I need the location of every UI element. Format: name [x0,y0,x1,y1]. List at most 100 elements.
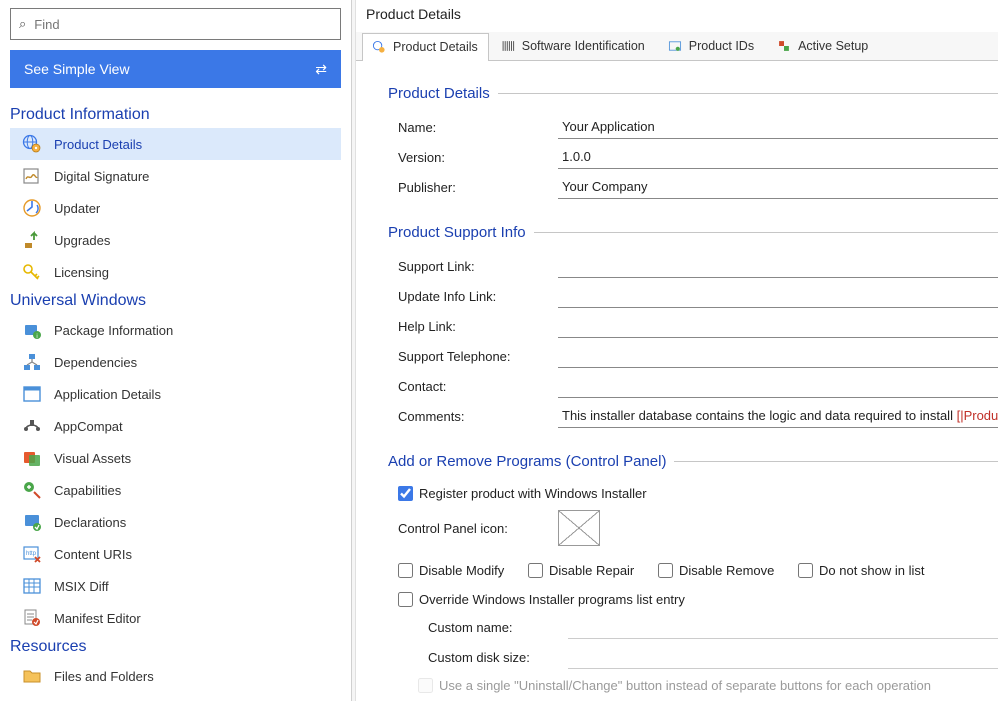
page-title: Product Details [356,0,998,26]
sidebar-item-updater[interactable]: Updater [10,192,341,224]
control-panel-icon-picker[interactable] [558,510,600,546]
sidebar-item-product-details[interactable]: Product Details [10,128,341,160]
support-link-field[interactable] [558,254,998,278]
dependencies-icon [20,350,44,374]
nav-label: Capabilities [54,483,121,498]
sidebar-item-manifest-editor[interactable]: Manifest Editor [10,602,341,634]
nav-label: Files and Folders [54,669,154,684]
category-header-universal-windows: Universal Windows [10,292,341,310]
telephone-field[interactable] [558,344,998,368]
do-not-show-checkbox[interactable] [798,563,813,578]
sidebar-item-application-details[interactable]: Application Details [10,378,341,410]
sidebar-item-package-information[interactable]: i Package Information [10,314,341,346]
version-label: Version: [398,150,558,165]
barcode-icon [500,38,516,54]
group-legend-support-info: Product Support Info [388,224,998,241]
disable-repair-checkbox[interactable] [528,563,543,578]
register-checkbox[interactable] [398,486,413,501]
group-legend-product-details: Product Details [388,85,998,102]
folder-icon [20,664,44,688]
disable-modify-checkbox[interactable] [398,563,413,578]
product-ids-icon [667,38,683,54]
custom-name-field [568,615,998,639]
publisher-field[interactable]: Your Company [558,175,998,199]
update-info-label: Update Info Link: [398,289,558,304]
sidebar: ⌕ See Simple View ⇄ Product Information … [0,0,352,701]
custom-disk-field [568,645,998,669]
active-setup-icon [776,38,792,54]
main-panel: Product Details Product Details Software… [356,0,998,701]
control-panel-icon-label: Control Panel icon: [398,521,558,536]
custom-disk-label: Custom disk size: [428,650,568,665]
sidebar-item-msix-diff[interactable]: MSIX Diff [10,570,341,602]
do-not-show-label: Do not show in list [819,563,925,578]
simple-view-label: See Simple View [24,61,130,77]
sidebar-item-declarations[interactable]: Declarations [10,506,341,538]
nav-label: AppCompat [54,419,123,434]
visual-assets-icon [20,446,44,470]
updater-icon [20,196,44,220]
tab-active-setup[interactable]: Active Setup [767,32,879,60]
custom-name-label: Custom name: [428,620,568,635]
globe-gear-icon [371,39,387,55]
override-label: Override Windows Installer programs list… [419,592,685,607]
update-info-field[interactable] [558,284,998,308]
content-uris-icon: http [20,542,44,566]
name-field[interactable]: Your Application [558,115,998,139]
register-label: Register product with Windows Installer [419,486,647,501]
sidebar-item-capabilities[interactable]: Capabilities [10,474,341,506]
content-scroll[interactable]: Product Details Name: Your Application V… [356,61,998,701]
package-info-icon: i [20,318,44,342]
comments-label: Comments: [398,409,558,424]
sidebar-item-digital-signature[interactable]: Digital Signature [10,160,341,192]
contact-field[interactable] [558,374,998,398]
simple-view-button[interactable]: See Simple View ⇄ [10,50,341,88]
declarations-icon [20,510,44,534]
nav-label: Visual Assets [54,451,131,466]
help-link-field[interactable] [558,314,998,338]
tab-software-identification[interactable]: Software Identification [491,32,656,60]
sidebar-item-visual-assets[interactable]: Visual Assets [10,442,341,474]
nav-label: Digital Signature [54,169,149,184]
appcompat-icon [20,414,44,438]
swap-icon: ⇄ [315,61,327,78]
sidebar-item-appcompat[interactable]: AppCompat [10,410,341,442]
globe-gear-icon [20,132,44,156]
sidebar-item-files-folders[interactable]: Files and Folders [10,660,341,692]
search-icon: ⌕ [19,16,26,32]
sidebar-item-licensing[interactable]: Licensing [10,256,341,288]
capabilities-icon [20,478,44,502]
nav-label: Package Information [54,323,173,338]
tab-label: Software Identification [522,39,645,53]
msix-diff-icon [20,574,44,598]
nav-label: Licensing [54,265,109,280]
app-details-icon [20,382,44,406]
sidebar-item-content-uris[interactable]: http Content URIs [10,538,341,570]
upgrades-icon [20,228,44,252]
tab-product-ids[interactable]: Product IDs [658,32,765,60]
nav-label: Application Details [54,387,161,402]
manifest-editor-icon [20,606,44,630]
disable-repair-label: Disable Repair [549,563,634,578]
version-field[interactable]: 1.0.0 [558,145,998,169]
find-box[interactable]: ⌕ [10,8,341,40]
svg-text:http: http [26,551,37,557]
nav-label: Dependencies [54,355,137,370]
category-header-resources: Resources [10,638,341,656]
disable-remove-checkbox[interactable] [658,563,673,578]
comments-field[interactable]: This installer database contains the log… [558,404,998,428]
sidebar-item-dependencies[interactable]: Dependencies [10,346,341,378]
nav-label: Manifest Editor [54,611,141,626]
tab-product-details[interactable]: Product Details [362,33,489,61]
key-icon [20,260,44,284]
sidebar-item-upgrades[interactable]: Upgrades [10,224,341,256]
find-input[interactable] [32,16,332,33]
nav-label: Content URIs [54,547,132,562]
category-header-product-information: Product Information [10,106,341,124]
tabs-bar: Product Details Software Identification … [356,32,998,61]
disable-modify-label: Disable Modify [419,563,504,578]
nav-label: Upgrades [54,233,110,248]
override-checkbox[interactable] [398,592,413,607]
publisher-label: Publisher: [398,180,558,195]
nav-label: Updater [54,201,100,216]
